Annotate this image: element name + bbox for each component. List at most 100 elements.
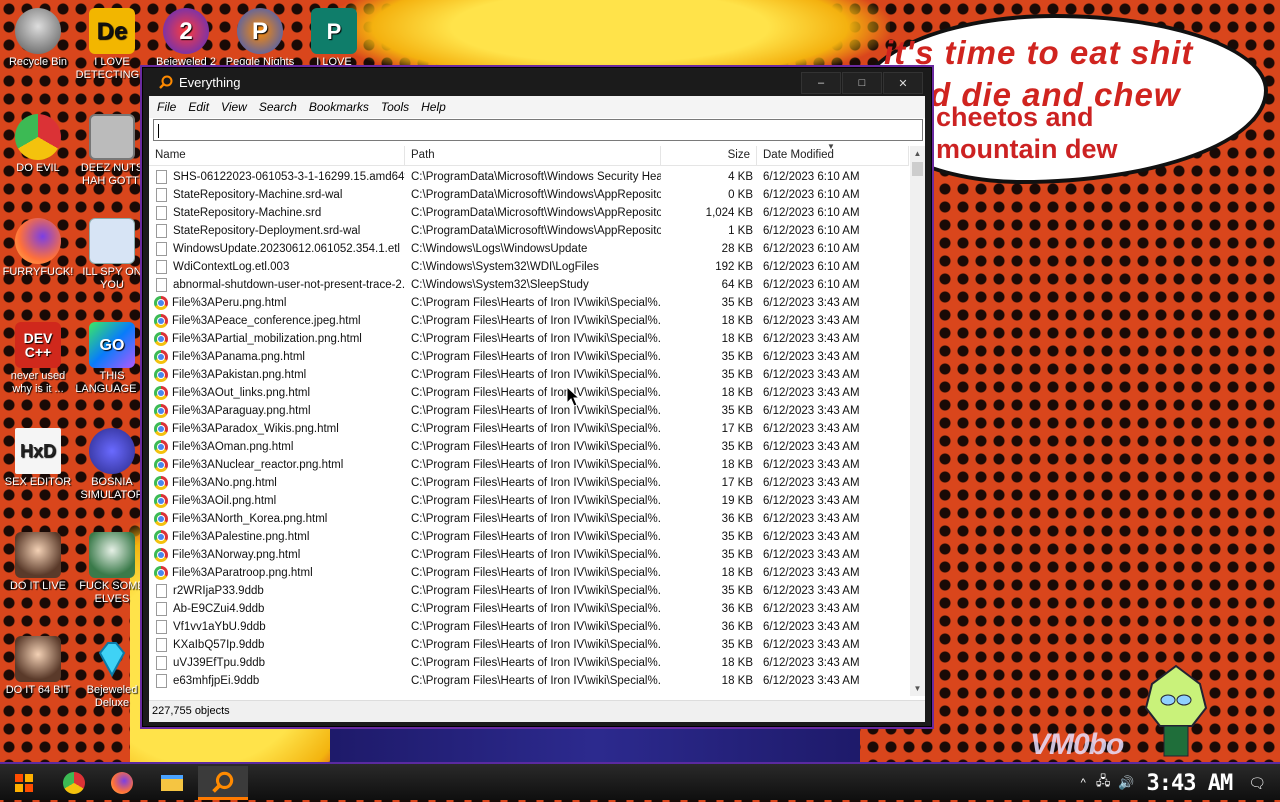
bejeweled-icon: 2 — [163, 8, 209, 54]
menu-search[interactable]: Search — [253, 100, 303, 114]
cell-size: 35 KB — [721, 585, 753, 597]
desktop-icon-bosnia-simulator[interactable]: BOSNIA SIMULATOR — [74, 428, 150, 502]
table-row[interactable]: StateRepository-Deployment.srd-wal C:\Pro… — [149, 222, 909, 240]
cell-size: 36 KB — [721, 513, 753, 525]
taskbar-file-explorer-icon[interactable] — [150, 766, 194, 800]
menu-bookmarks[interactable]: Bookmarks — [303, 100, 375, 114]
desktop-icon-bejeweled-2[interactable]: 2 Bejeweled 2 — [148, 8, 224, 68]
file-icon — [156, 224, 167, 238]
desktop-icon-sex-editor[interactable]: HxD SEX EDITOR — [0, 428, 76, 489]
desktop-icon-peggle-nights[interactable]: P Peggle Nights — [222, 8, 298, 68]
table-row[interactable]: File%3AParaguay.png.html C:\Program Files… — [149, 402, 909, 420]
table-row[interactable]: File%3ANuclear_reactor.png.html C:\Progra… — [149, 456, 909, 474]
cell-name: abnormal-shutdown-user-not-present-trace… — [149, 278, 405, 292]
taskbar-firefox-icon[interactable] — [100, 766, 144, 800]
scroll-down-icon[interactable]: ▼ — [910, 681, 925, 696]
table-row[interactable]: File%3AParadox_Wikis.png.html C:\Program … — [149, 420, 909, 438]
volume-icon[interactable]: 🔊 — [1118, 775, 1134, 791]
column-header-date-modified[interactable]: ▼ Date Modified — [757, 142, 909, 166]
desktop-icon-devcpp[interactable]: DEV C++ never used why is it ... — [0, 322, 76, 396]
table-row[interactable]: File%3APeru.png.html C:\Program Files\Hea… — [149, 294, 909, 312]
menu-bar: File Edit View Search Bookmarks Tools He… — [149, 96, 925, 118]
close-button[interactable]: ✕ — [883, 72, 923, 94]
menu-view[interactable]: View — [215, 100, 253, 114]
table-row[interactable]: StateRepository-Machine.srd C:\ProgramDat… — [149, 204, 909, 222]
table-row[interactable]: File%3AOman.png.html C:\Program Files\Hea… — [149, 438, 909, 456]
table-row[interactable]: Ab-E9CZui4.9ddb C:\Program Files\Hearts o… — [149, 600, 909, 618]
desktop-icon-i-love[interactable]: P I LOVE — [296, 8, 372, 68]
table-row[interactable]: WindowsUpdate.20230612.061052.354.1.etl C… — [149, 240, 909, 258]
menu-edit[interactable]: Edit — [182, 100, 215, 114]
file-name: File%3ANorway.png.html — [172, 549, 301, 561]
desktop-icon-this-language[interactable]: GO THIS LANGUAGE ... — [74, 322, 150, 396]
mouse-cursor-icon — [566, 386, 581, 407]
table-row[interactable]: KXaIbQ57Ip.9ddb C:\Program Files\Hearts o… — [149, 636, 909, 654]
cell-size: 35 KB — [721, 531, 753, 543]
scroll-up-icon[interactable]: ▲ — [910, 146, 925, 161]
table-row[interactable]: r2WRIjaP33.9ddb C:\Program Files\Hearts o… — [149, 582, 909, 600]
desktop-icon-do-it-64-bit[interactable]: DO IT 64 BIT — [0, 636, 76, 697]
table-row[interactable]: uVJ39EfTpu.9ddb C:\Program Files\Hearts o… — [149, 654, 909, 672]
wallpaper-cartoon-bottom — [330, 725, 860, 765]
cell-path: C:\Program Files\Hearts of Iron IV\wiki\… — [411, 315, 661, 327]
table-row[interactable]: File%3APakistan.png.html C:\Program Files… — [149, 366, 909, 384]
scrollbar-thumb[interactable] — [912, 162, 923, 176]
column-header-path[interactable]: Path — [405, 146, 661, 166]
cell-date-modified: 6/12/2023 3:43 AM — [763, 639, 860, 651]
minimize-button[interactable]: – — [801, 72, 841, 94]
menu-help[interactable]: Help — [415, 100, 452, 114]
desktop-icon-firefox[interactable]: FURRYFUCK! — [0, 218, 76, 279]
table-row[interactable]: WdiContextLog.etl.003 C:\Windows\System32… — [149, 258, 909, 276]
cell-date-modified: 6/12/2023 3:43 AM — [763, 477, 860, 489]
show-hidden-icons-icon[interactable]: ^ — [1081, 777, 1086, 789]
table-row[interactable]: File%3AOut_links.png.html C:\Program File… — [149, 384, 909, 402]
cell-size: 64 KB — [721, 279, 753, 291]
table-row[interactable]: abnormal-shutdown-user-not-present-trace… — [149, 276, 909, 294]
start-icon[interactable] — [2, 766, 46, 800]
cell-path: C:\Program Files\Hearts of Iron IV\wiki\… — [411, 549, 661, 561]
table-row[interactable]: File%3APeace_conference.jpeg.html C:\Prog… — [149, 312, 909, 330]
menu-tools[interactable]: Tools — [375, 100, 415, 114]
desktop-icon-fuck-some-elves[interactable]: FUCK SOME ELVES — [74, 532, 150, 606]
table-row[interactable]: File%3ANorth_Korea.png.html C:\Program Fi… — [149, 510, 909, 528]
desktop-icon-ill-spy-on-you[interactable]: ILL SPY ON YOU — [74, 218, 150, 292]
hxd-icon: HxD — [15, 428, 61, 474]
maximize-button[interactable]: □ — [842, 72, 882, 94]
notifications-icon[interactable]: 🗨 — [1248, 775, 1266, 792]
table-row[interactable]: File%3APartial_mobilization.png.html C:\P… — [149, 330, 909, 348]
cell-name: uVJ39EfTpu.9ddb — [149, 656, 405, 670]
table-row[interactable]: StateRepository-Machine.srd-wal C:\Progra… — [149, 186, 909, 204]
desktop-icon-do-it-live[interactable]: DO IT LIVE — [0, 532, 76, 593]
table-row[interactable]: File%3APalestine.png.html C:\Program File… — [149, 528, 909, 546]
chrome-file-icon — [154, 404, 168, 418]
desktop-icon-recycle-bin[interactable]: Recycle Bin — [0, 8, 76, 69]
table-row[interactable]: File%3AOil.png.html C:\Program Files\Hear… — [149, 492, 909, 510]
cell-name: StateRepository-Machine.srd-wal — [149, 188, 405, 202]
taskbar-chrome-icon[interactable] — [52, 766, 96, 800]
column-header-name[interactable]: Name — [149, 146, 405, 166]
table-row[interactable]: Vf1vv1aYbU.9ddb C:\Program Files\Hearts o… — [149, 618, 909, 636]
desktop-icon-label: DEEZ NUTS HAH GOTTI — [80, 162, 144, 187]
desktop-icon-do-evil[interactable]: DO EVIL — [0, 114, 76, 175]
search-input[interactable] — [153, 119, 923, 141]
desktop-icon-i-love-detecting[interactable]: De I LOVE DETECTING... — [74, 8, 150, 82]
desktop-icon-deez-nuts[interactable]: DEEZ NUTS HAH GOTTI — [74, 114, 150, 188]
desktop-icon-bejeweled-deluxe[interactable]: Bejeweled Deluxe — [74, 636, 150, 710]
menu-file[interactable]: File — [151, 100, 182, 114]
network-icon[interactable]: 🖧 — [1096, 772, 1111, 794]
cell-path: C:\Program Files\Hearts of Iron IV\wiki\… — [411, 495, 661, 507]
clock[interactable]: 3:43 AM — [1147, 771, 1234, 796]
taskbar-everything-icon[interactable] — [198, 766, 248, 800]
cell-date-modified: 6/12/2023 3:43 AM — [763, 459, 860, 471]
cell-path: C:\Program Files\Hearts of Iron IV\wiki\… — [411, 351, 661, 363]
table-row[interactable]: File%3APanama.png.html C:\Program Files\H… — [149, 348, 909, 366]
table-row[interactable]: e63mhfjpEi.9ddb C:\Program Files\Hearts o… — [149, 672, 909, 690]
table-row[interactable]: SHS-06122023-061053-3-1-16299.15.amd64f.… — [149, 168, 909, 186]
table-row[interactable]: File%3ANorway.png.html C:\Program Files\H… — [149, 546, 909, 564]
cell-path: C:\Program Files\Hearts of Iron IV\wiki\… — [411, 477, 661, 489]
table-row[interactable]: File%3ANo.png.html C:\Program Files\Heart… — [149, 474, 909, 492]
vertical-scrollbar[interactable]: ▲ ▼ — [910, 146, 925, 696]
column-header-size[interactable]: Size — [661, 146, 757, 166]
table-row[interactable]: File%3AParatroop.png.html C:\Program File… — [149, 564, 909, 582]
cell-path: C:\Program Files\Hearts of Iron IV\wiki\… — [411, 369, 661, 381]
